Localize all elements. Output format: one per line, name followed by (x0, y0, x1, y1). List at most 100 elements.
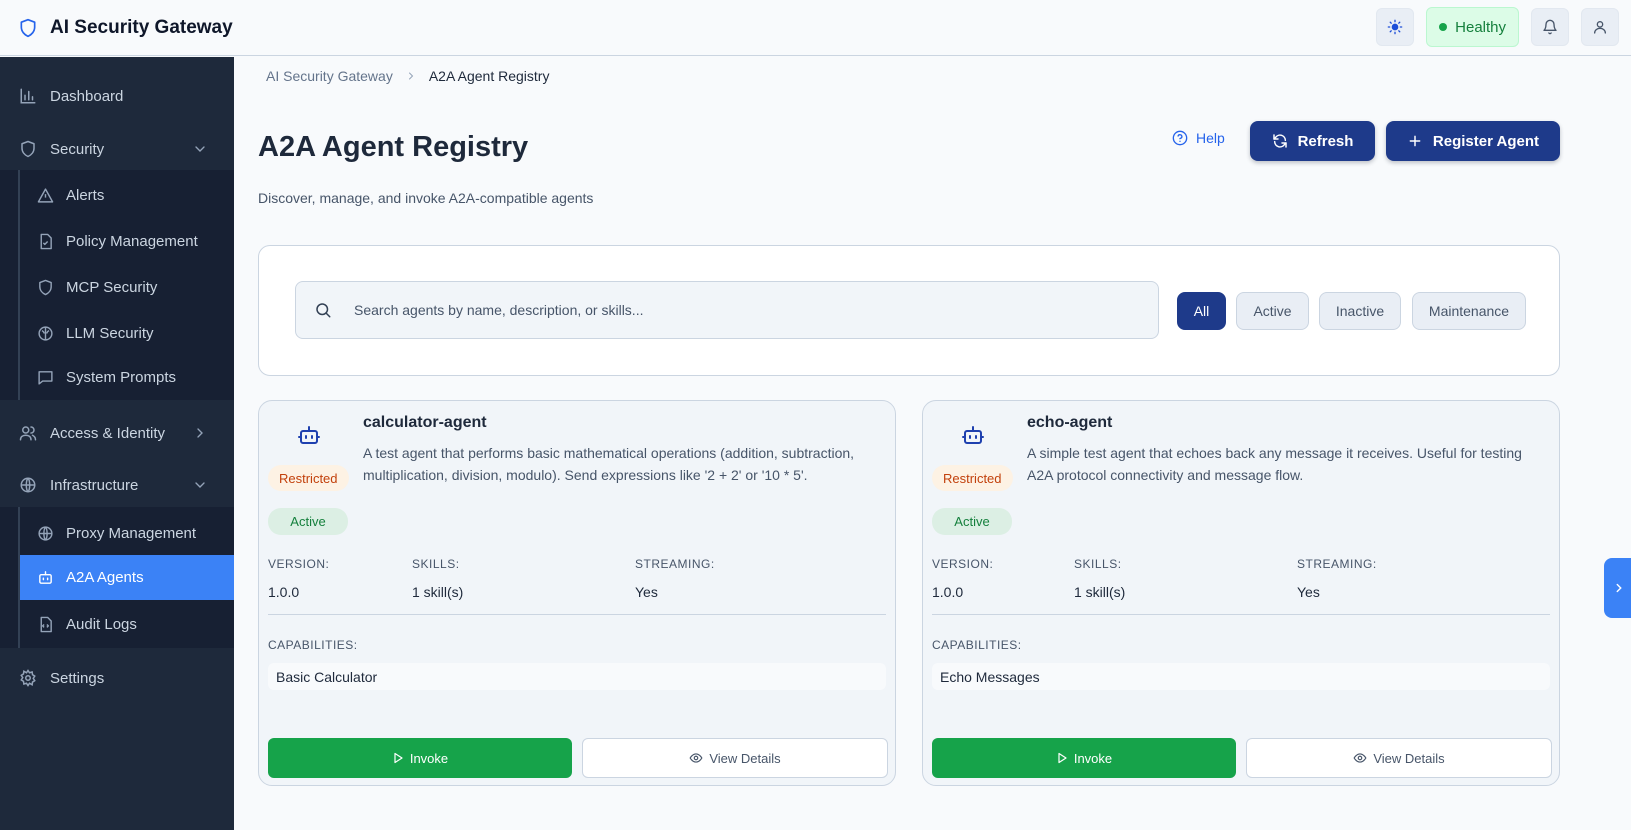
sidebar-item-label: Policy Management (66, 232, 198, 250)
sidebar-item-mcp-security[interactable]: MCP Security (20, 264, 234, 310)
sidebar-item-label: Alerts (66, 186, 105, 204)
sidebar-item-infrastructure[interactable]: Infrastructure (0, 463, 234, 507)
sidebar-item-label: Proxy Management (66, 524, 197, 542)
bell-icon (1542, 19, 1558, 35)
sidebar-item-audit-logs[interactable]: Audit Logs (20, 601, 234, 647)
eye-icon (689, 751, 703, 765)
agent-name: echo-agent (1027, 414, 1113, 431)
breadcrumb-current: A2A Agent Registry (428, 68, 550, 84)
sidebar-item-security[interactable]: Security (0, 127, 234, 171)
file-icon (36, 232, 54, 250)
invoke-button[interactable]: Invoke (932, 738, 1236, 778)
shield-icon (18, 139, 38, 159)
chevron-right-icon (405, 70, 417, 82)
version-label: VERSION: (268, 557, 330, 571)
gear-icon (18, 668, 38, 688)
user-icon (1592, 19, 1608, 35)
help-button[interactable]: Help (1172, 130, 1225, 146)
view-details-button[interactable]: View Details (1246, 738, 1552, 778)
sidebar-item-label: Settings (50, 669, 105, 687)
filter-inactive-button[interactable]: Inactive (1319, 292, 1401, 330)
capability-chip: Basic Calculator (268, 663, 886, 690)
shield-icon (18, 18, 38, 38)
register-agent-button[interactable]: Register Agent (1386, 121, 1560, 161)
refresh-button[interactable]: Refresh (1250, 121, 1375, 161)
register-agent-label: Register Agent (1432, 132, 1540, 150)
status-badge: Active (268, 508, 348, 535)
filter-active-button[interactable]: Active (1236, 292, 1309, 330)
sidebar-item-label: Access & Identity (50, 424, 166, 442)
globe-icon (36, 524, 54, 542)
notifications-button[interactable] (1531, 8, 1569, 46)
version-value: 1.0.0 (268, 584, 300, 600)
capabilities-label: CAPABILITIES: (932, 638, 1022, 652)
bot-icon (36, 569, 54, 587)
agent-card: calculator-agent A test agent that perfo… (258, 400, 896, 786)
search-box[interactable] (295, 281, 1159, 339)
sidebar-item-label: Infrastructure (50, 476, 139, 494)
sidebar-item-proxy-management[interactable]: Proxy Management (20, 510, 234, 556)
top-bar: AI Security Gateway Healthy (0, 0, 1631, 56)
help-label: Help (1196, 130, 1225, 146)
app-title: AI Security Gateway (50, 16, 233, 38)
access-badge: Restricted (268, 465, 349, 491)
sidebar-item-access-identity[interactable]: Access & Identity (0, 411, 234, 455)
play-icon (1056, 752, 1068, 764)
sidebar-item-settings[interactable]: Settings (0, 656, 234, 700)
sidebar-item-label: MCP Security (66, 278, 158, 296)
filter-maintenance-button[interactable]: Maintenance (1412, 292, 1526, 330)
breadcrumb-link-home[interactable]: AI Security Gateway (266, 68, 393, 84)
brain-icon (36, 324, 54, 342)
sidebar-item-llm-security[interactable]: LLM Security (20, 310, 234, 356)
sidebar-item-policy-management[interactable]: Policy Management (20, 218, 234, 264)
skills-value: 1 skill(s) (412, 584, 464, 600)
search-input[interactable] (354, 302, 1134, 318)
view-details-label: View Details (709, 750, 781, 766)
page-subtitle: Discover, manage, and invoke A2A-compati… (258, 190, 594, 206)
filter-all-button[interactable]: All (1177, 292, 1226, 330)
skills-label: SKILLS: (1074, 557, 1122, 571)
status-dot (1439, 23, 1448, 31)
divider (268, 614, 886, 615)
agent-description: A test agent that performs basic mathema… (363, 445, 855, 483)
sidebar-item-system-prompts[interactable]: System Prompts (20, 354, 234, 400)
version-label: VERSION: (932, 557, 994, 571)
infrastructure-submenu: Proxy Management A2A Agents Audit Logs (0, 507, 234, 648)
sidebar-item-a2a-agents[interactable]: A2A Agents (20, 555, 234, 600)
bar-chart-icon (18, 86, 38, 106)
agent-description: A simple test agent that echoes back any… (1027, 445, 1522, 483)
sidebar-item-label: LLM Security (66, 324, 154, 342)
filter-panel: All Active Inactive Maintenance (258, 245, 1560, 376)
version-value: 1.0.0 (932, 584, 964, 600)
sidebar-item-label: Dashboard (50, 87, 124, 105)
plus-icon (1407, 133, 1423, 149)
agent-card: echo-agent A simple test agent that echo… (922, 400, 1560, 786)
sidebar-item-dashboard[interactable]: Dashboard (0, 74, 234, 118)
sidebar-item-alerts[interactable]: Alerts (20, 172, 234, 218)
access-badge: Restricted (932, 465, 1013, 491)
sidebar-item-label: A2A Agents (66, 569, 144, 586)
chevron-down-icon (192, 477, 208, 493)
health-status-badge[interactable]: Healthy (1426, 7, 1519, 47)
page-title: A2A Agent Registry (258, 131, 529, 163)
theme-toggle-button[interactable] (1376, 8, 1415, 46)
health-status-label: Healthy (1455, 18, 1506, 36)
play-icon (392, 752, 404, 764)
bot-icon (961, 423, 985, 447)
alert-triangle-icon (36, 186, 54, 204)
expand-panel-button[interactable] (1604, 558, 1631, 618)
invoke-label: Invoke (409, 750, 449, 766)
sidebar: Dashboard Security Alerts Policy Managem… (0, 57, 234, 830)
users-icon (18, 423, 38, 443)
streaming-label: STREAMING: (635, 557, 715, 571)
invoke-button[interactable]: Invoke (268, 738, 572, 778)
divider (932, 614, 1550, 615)
eye-icon (1353, 751, 1367, 765)
help-circle-icon (1172, 130, 1188, 146)
chevron-right-icon (192, 425, 208, 441)
sidebar-item-label: Audit Logs (66, 615, 137, 633)
shield-icon (36, 278, 54, 296)
user-menu-button[interactable] (1581, 8, 1619, 46)
search-icon (314, 301, 332, 319)
view-details-button[interactable]: View Details (582, 738, 888, 778)
